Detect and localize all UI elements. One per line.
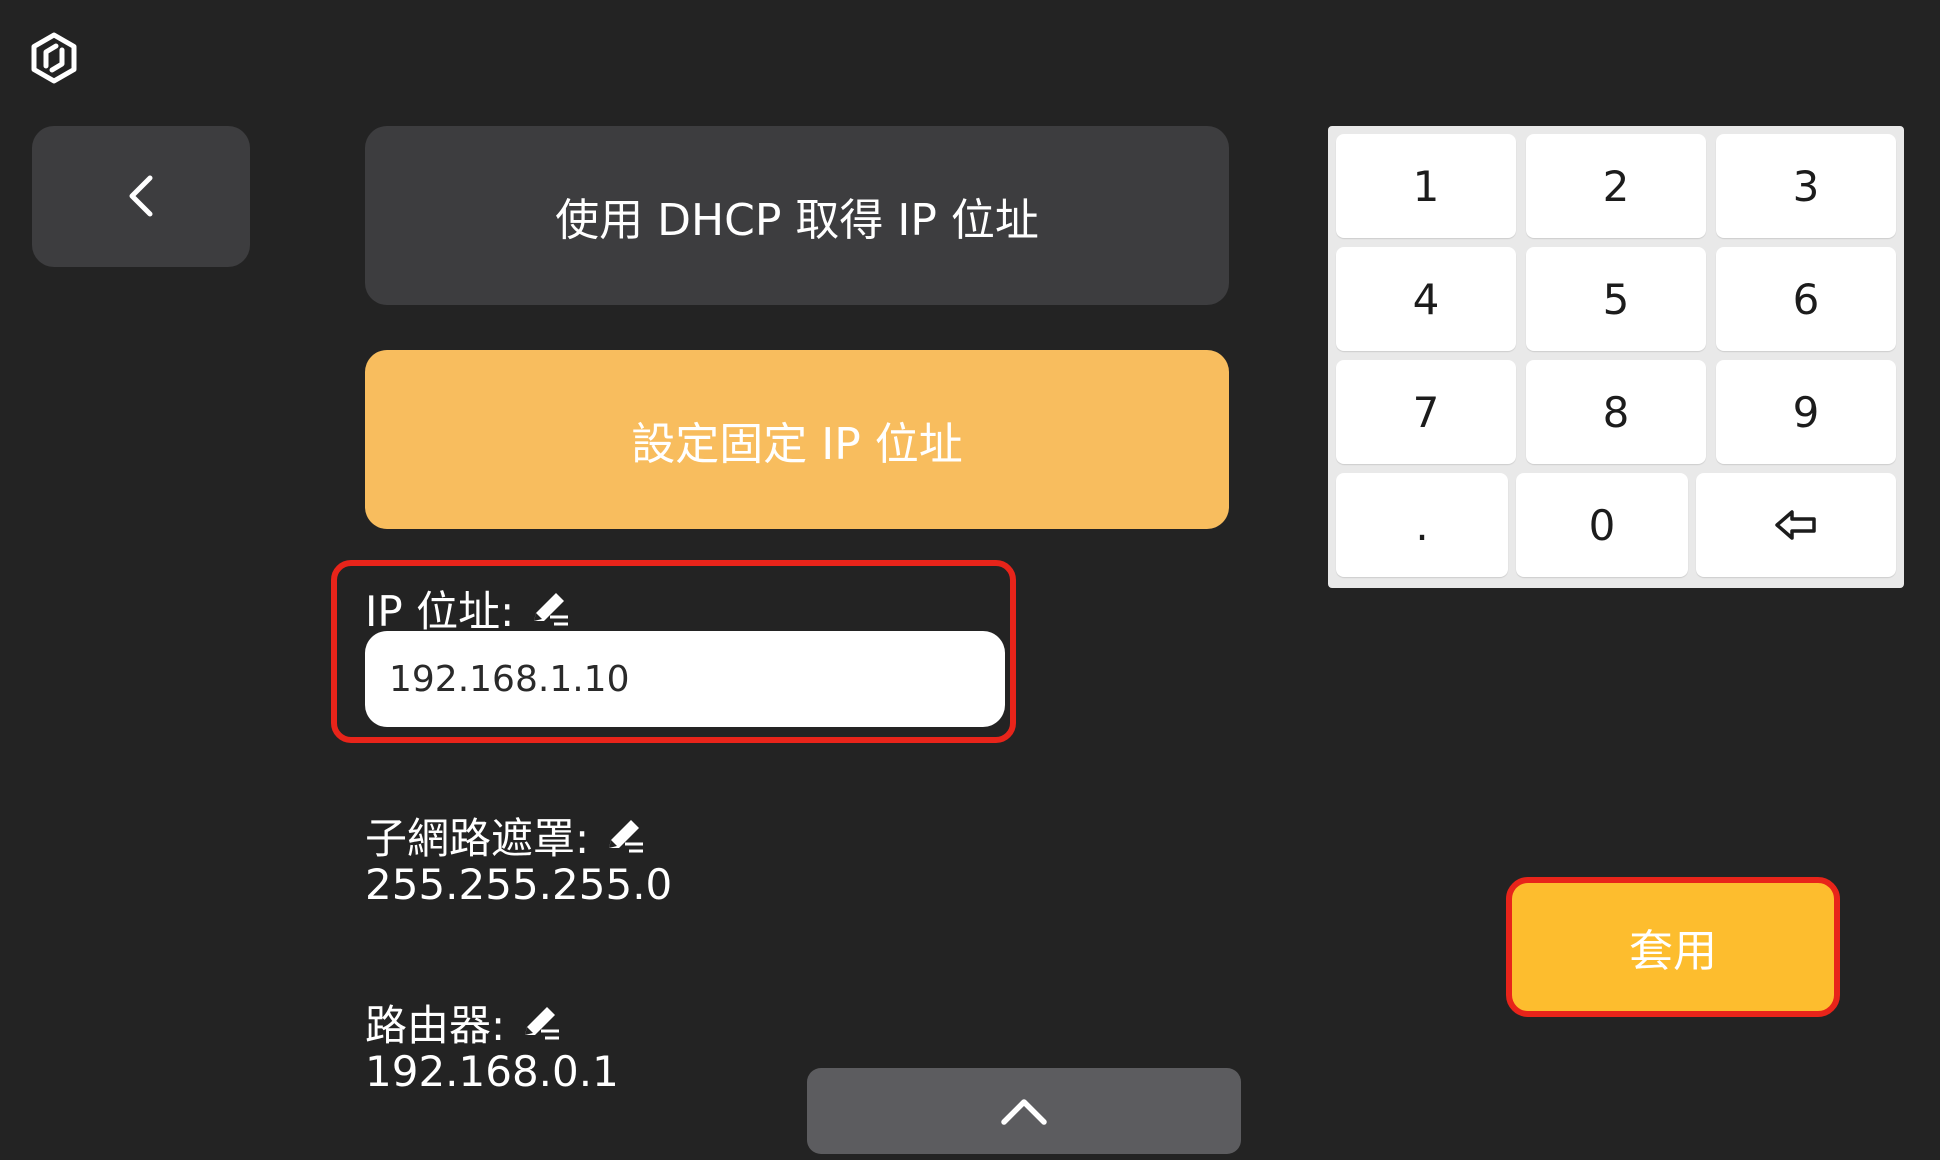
static-ip-mode-label: 設定固定 IP 位址	[631, 418, 963, 470]
keypad-key-label: 8	[1602, 387, 1630, 437]
keypad-key-1[interactable]: 1	[1336, 134, 1516, 238]
keypad-key-5[interactable]: 5	[1526, 247, 1706, 351]
ip-address-label: IP 位址:	[365, 587, 515, 636]
router-value: 192.168.0.1	[365, 1047, 619, 1096]
apply-button-label: 套用	[1629, 926, 1717, 977]
keypad-key-label: 6	[1792, 274, 1820, 324]
keypad-key-dot[interactable]: .	[1336, 473, 1508, 577]
ip-address-input[interactable]	[365, 631, 1005, 727]
dhcp-mode-button[interactable]: 使用 DHCP 取得 IP 位址	[365, 126, 1229, 305]
static-ip-mode-button[interactable]: 設定固定 IP 位址	[365, 350, 1229, 529]
scroll-up-button[interactable]	[807, 1068, 1241, 1154]
subnet-mask-value: 255.255.255.0	[365, 860, 673, 909]
keypad-key-2[interactable]: 2	[1526, 134, 1706, 238]
keypad-key-4[interactable]: 4	[1336, 247, 1516, 351]
numeric-keypad: 1 2 3 4 5 6 7 8 9 . 0	[1328, 126, 1904, 588]
keypad-key-label: 3	[1792, 161, 1820, 211]
subnet-mask-label-row: 子網路遮罩:	[365, 805, 647, 866]
pencil-icon[interactable]	[528, 587, 572, 631]
chevron-up-icon	[1001, 1099, 1047, 1125]
keypad-key-label: 5	[1602, 274, 1630, 324]
keypad-backspace-button[interactable]	[1696, 473, 1896, 577]
keypad-key-9[interactable]: 9	[1716, 360, 1896, 464]
keypad-key-7[interactable]: 7	[1336, 360, 1516, 464]
backspace-arrow-icon	[1775, 510, 1816, 540]
apply-button[interactable]: 套用	[1506, 877, 1840, 1017]
keypad-key-label: 0	[1588, 500, 1616, 550]
keypad-key-label: 2	[1602, 161, 1630, 211]
network-settings-screen: 使用 DHCP 取得 IP 位址 設定固定 IP 位址 IP 位址: 子網路遮罩…	[0, 0, 1940, 1160]
pencil-icon[interactable]	[603, 814, 647, 858]
keypad-key-8[interactable]: 8	[1526, 360, 1706, 464]
keypad-key-3[interactable]: 3	[1716, 134, 1896, 238]
keypad-key-label: 1	[1412, 161, 1440, 211]
router-label-row: 路由器:	[365, 992, 563, 1053]
chevron-left-icon	[129, 175, 153, 217]
keypad-key-label: 4	[1412, 274, 1440, 324]
back-button[interactable]	[32, 126, 250, 267]
keypad-key-0[interactable]: 0	[1516, 473, 1688, 577]
keypad-key-label: .	[1415, 500, 1429, 550]
pencil-icon[interactable]	[519, 1001, 563, 1045]
router-label: 路由器:	[365, 1001, 506, 1050]
dhcp-mode-label: 使用 DHCP 取得 IP 位址	[555, 194, 1039, 246]
keypad-key-6[interactable]: 6	[1716, 247, 1896, 351]
ip-address-label-row: IP 位址:	[365, 578, 572, 639]
subnet-mask-label: 子網路遮罩:	[365, 814, 590, 863]
keypad-key-label: 9	[1792, 387, 1820, 437]
keypad-key-label: 7	[1412, 387, 1440, 437]
device-logo-icon	[31, 32, 77, 84]
